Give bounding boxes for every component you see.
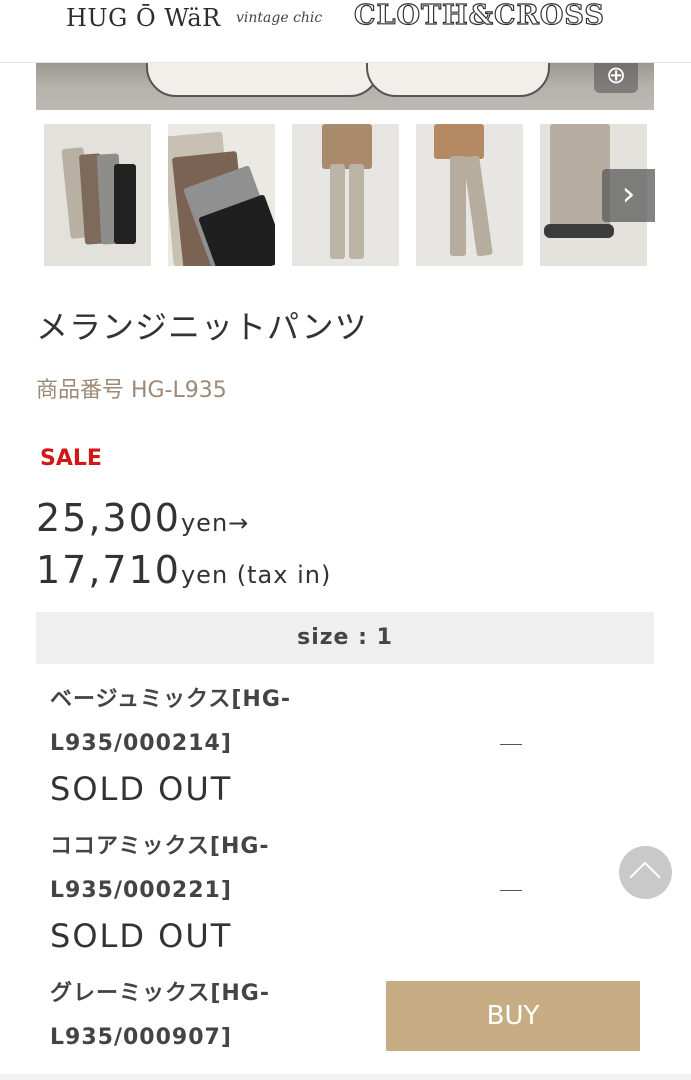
thumbnail-4[interactable]: [416, 124, 523, 266]
variant-status-cocoa: SOLD OUT: [50, 917, 233, 955]
product-sku: 商品番号 HG-L935: [36, 378, 227, 403]
buy-button[interactable]: BUY: [386, 981, 640, 1051]
sale-price-unit: yen (tax in): [180, 561, 332, 589]
thumbnail-3[interactable]: [292, 124, 399, 266]
brand-logo-hugowar[interactable]: HUG Ō WäR: [66, 4, 221, 32]
original-price: 25,300yen→: [36, 496, 249, 540]
sale-badge: SALE: [40, 446, 102, 471]
brand-logo-clothcross[interactable]: CLOTH&CROSS: [353, 0, 605, 32]
variant-name-cocoa: ココアミックス[HG-L935/000221]: [50, 834, 270, 903]
variant-name-gray: グレーミックス[HG-L935/000907]: [50, 981, 270, 1050]
size-header: size : 1: [36, 612, 654, 664]
shoe-image-right: [366, 63, 550, 97]
chevron-right-icon[interactable]: ›: [602, 169, 655, 222]
variant-action-cocoa: [500, 890, 522, 891]
product-title: メランジニットパンツ: [36, 308, 368, 346]
sale-price-value: 17,710: [36, 548, 181, 592]
original-price-unit: yen→: [180, 509, 250, 537]
variant-action-beige: [500, 744, 522, 745]
zoom-in-icon[interactable]: ⊕: [594, 63, 638, 93]
variant-status-beige: SOLD OUT: [50, 770, 233, 808]
variant-name-beige: ベージュミックス[HG-L935/000214]: [50, 687, 292, 756]
site-header: HUG Ō WäR vintage chic CLOTH&CROSS: [0, 0, 691, 63]
main-product-image[interactable]: ⊕: [36, 63, 654, 110]
scroll-to-top-button[interactable]: [619, 846, 672, 899]
brand-tagline: vintage chic: [236, 10, 323, 26]
thumbnail-2[interactable]: [168, 124, 275, 266]
shoe-image-left: [146, 63, 380, 97]
page-bottom-divider: [0, 1074, 691, 1080]
sale-price: 17,710yen (tax in): [36, 548, 331, 592]
original-price-value: 25,300: [36, 496, 181, 540]
thumbnail-strip: [44, 124, 654, 266]
thumbnail-1[interactable]: [44, 124, 151, 266]
